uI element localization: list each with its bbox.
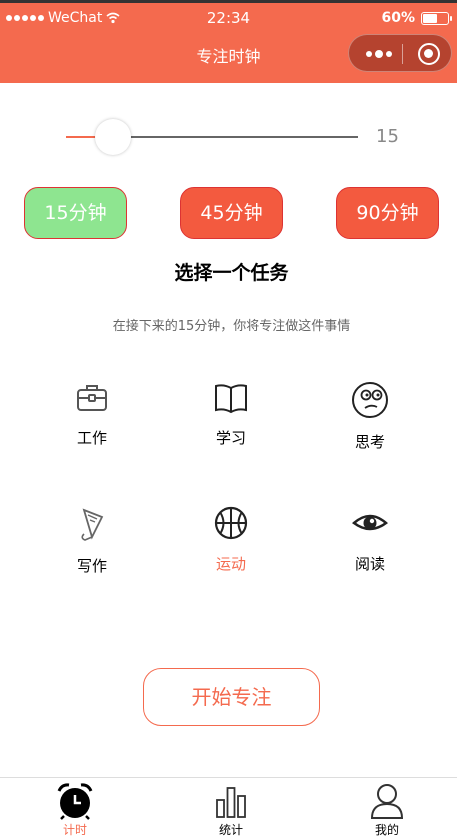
tab-bar: 计时 统计 我的 xyxy=(0,777,457,837)
task-study[interactable]: 学习 xyxy=(171,381,291,448)
section-subtitle: 在接下来的15分钟，你将专注做这件事情 xyxy=(112,319,351,334)
preset-45-button[interactable]: 45分钟 xyxy=(180,187,283,239)
duration-slider[interactable] xyxy=(66,118,358,156)
tab-timer[interactable]: 计时 xyxy=(35,782,115,837)
battery-icon xyxy=(421,11,452,25)
task-write[interactable]: 写作 xyxy=(32,505,152,576)
battery-percent: 60% xyxy=(381,10,415,26)
task-label: 阅读 xyxy=(354,555,385,573)
task-read[interactable]: 阅读 xyxy=(310,505,430,574)
alarm-clock-icon xyxy=(57,783,93,820)
start-focus-button[interactable]: 开始专注 xyxy=(143,668,320,726)
section-title: 选择一个任务 xyxy=(174,262,289,284)
mini-program-capsule xyxy=(348,34,452,72)
task-label: 学习 xyxy=(215,429,246,447)
tab-statistics[interactable]: 统计 xyxy=(191,782,271,837)
close-target-icon[interactable] xyxy=(418,43,440,65)
tab-label: 统计 xyxy=(218,823,243,837)
task-work[interactable]: 工作 xyxy=(32,381,152,448)
more-icon[interactable] xyxy=(366,50,392,58)
task-label: 思考 xyxy=(354,433,385,451)
slider-value: 15 xyxy=(376,126,399,147)
top-border xyxy=(0,0,457,3)
tab-label: 计时 xyxy=(62,823,87,837)
task-think[interactable]: 思考 xyxy=(310,381,430,452)
briefcase-icon xyxy=(77,385,107,411)
task-sport[interactable]: 运动 xyxy=(171,505,291,574)
task-label: 工作 xyxy=(76,429,107,447)
writing-icon xyxy=(81,508,104,541)
status-battery: 60% xyxy=(381,8,452,28)
preset-15-button[interactable]: 15分钟 xyxy=(24,187,127,239)
bar-chart-icon xyxy=(216,787,246,818)
capsule-divider xyxy=(402,44,403,64)
user-icon xyxy=(370,784,404,819)
eye-icon xyxy=(352,514,388,531)
task-label: 写作 xyxy=(76,557,107,575)
task-label: 运动 xyxy=(215,555,246,573)
book-icon xyxy=(215,384,247,414)
tab-label: 我的 xyxy=(374,823,399,837)
thinking-face-icon xyxy=(352,382,388,418)
tab-mine[interactable]: 我的 xyxy=(347,782,427,837)
slider-thumb[interactable] xyxy=(95,119,131,155)
basketball-icon xyxy=(214,506,248,540)
header: WeChat 22:34 60% 专注时钟 xyxy=(0,0,457,83)
preset-90-button[interactable]: 90分钟 xyxy=(336,187,439,239)
